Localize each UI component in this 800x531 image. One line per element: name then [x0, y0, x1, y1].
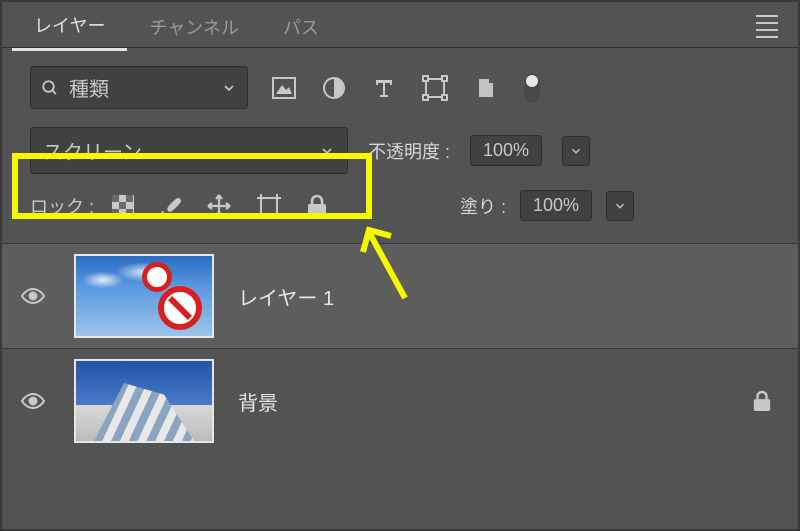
- filter-adjustment-icon[interactable]: [322, 76, 346, 100]
- fill-input[interactable]: 100%: [520, 190, 592, 221]
- search-icon: [41, 79, 59, 97]
- layer-item[interactable]: レイヤー 1: [2, 243, 798, 348]
- panel-tabs: レイヤー チャンネル パス: [2, 6, 798, 48]
- opacity-label: 不透明度 :: [368, 138, 450, 164]
- layer-lock-indicator[interactable]: [752, 390, 772, 412]
- eye-icon: [20, 391, 46, 411]
- chevron-down-icon: [319, 143, 335, 159]
- visibility-toggle[interactable]: [20, 391, 50, 411]
- fill-stepper[interactable]: [606, 191, 634, 221]
- chevron-down-icon: [221, 80, 237, 96]
- eye-icon: [20, 286, 46, 306]
- tab-layers[interactable]: レイヤー: [12, 2, 127, 51]
- layer-name[interactable]: 背景: [238, 387, 278, 416]
- filter-type-icon[interactable]: [372, 76, 396, 100]
- tab-paths[interactable]: パス: [261, 4, 341, 50]
- filter-shape-icon[interactable]: [422, 75, 448, 101]
- filter-row: 種類: [2, 48, 798, 109]
- lock-transparency-icon[interactable]: [112, 195, 134, 217]
- layer-name[interactable]: レイヤー 1: [238, 282, 334, 311]
- layer-thumbnail[interactable]: [74, 254, 214, 338]
- blend-mode-dropdown[interactable]: スクリーン: [30, 127, 348, 174]
- opacity-input[interactable]: 100%: [470, 135, 542, 166]
- layer-item[interactable]: 背景: [2, 348, 798, 453]
- fill-label: 塗り :: [460, 193, 506, 219]
- lock-all-icon[interactable]: [306, 194, 328, 218]
- filter-smartobject-icon[interactable]: [474, 76, 498, 100]
- layer-thumbnail[interactable]: [74, 359, 214, 443]
- filter-pixel-icon[interactable]: [272, 77, 296, 99]
- opacity-stepper[interactable]: [562, 136, 590, 166]
- filter-icon-strip: [272, 73, 540, 103]
- panel-menu-icon[interactable]: [756, 15, 778, 38]
- lock-brush-icon[interactable]: [158, 194, 182, 218]
- layers-panel: レイヤー チャンネル パス 種類 スクリーン 不透明度 : 100%: [0, 0, 800, 531]
- opacity-value: 100%: [483, 140, 529, 161]
- chevron-down-icon: [569, 144, 583, 158]
- lock-fill-row: ロック : 塗り : 100%: [2, 174, 798, 221]
- filter-toggle-icon[interactable]: [524, 73, 540, 103]
- filter-type-label: 種類: [69, 73, 109, 102]
- tab-channels[interactable]: チャンネル: [127, 4, 260, 50]
- blend-mode-value: スクリーン: [43, 136, 142, 165]
- lock-position-icon[interactable]: [206, 193, 232, 219]
- lock-icon: [752, 390, 772, 412]
- visibility-toggle[interactable]: [20, 286, 50, 306]
- filter-type-dropdown[interactable]: 種類: [30, 66, 248, 109]
- lock-artboard-icon[interactable]: [256, 193, 282, 219]
- blend-opacity-row: スクリーン 不透明度 : 100%: [2, 109, 798, 174]
- lock-label: ロック :: [30, 193, 94, 219]
- fill-value: 100%: [533, 195, 579, 216]
- layers-list: レイヤー 1 背景: [2, 243, 798, 453]
- lock-icons: [112, 193, 328, 219]
- chevron-down-icon: [613, 199, 627, 213]
